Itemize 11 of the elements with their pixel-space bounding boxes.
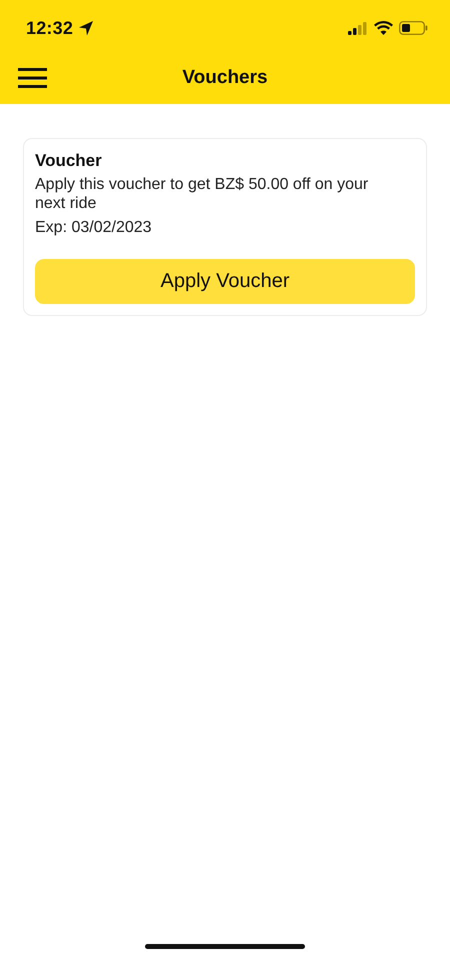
expiry-date: Exp: 03/02/2023 <box>35 219 153 237</box>
location-arrow-icon <box>78 20 94 36</box>
wifi-icon <box>374 21 393 35</box>
voucher-title: Voucher <box>35 151 103 171</box>
voucher-description: Apply this voucher to get BZ$ 50.00 off on your next ride <box>35 175 370 213</box>
apply-voucher-button[interactable]: Apply Voucher <box>35 259 415 304</box>
status-time: 12:32 <box>26 18 74 38</box>
menu-button[interactable] <box>18 67 47 89</box>
signal-icon <box>348 22 368 34</box>
screen-title: Vouchers <box>182 67 268 89</box>
battery-icon <box>399 21 428 35</box>
